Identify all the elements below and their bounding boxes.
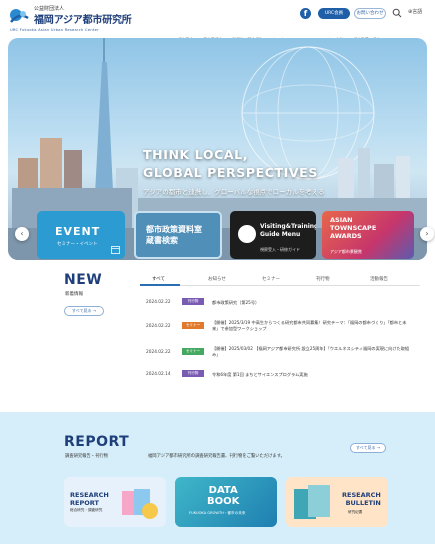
carousel-next-button[interactable]: › [420,227,434,241]
visiting-guide-card[interactable]: Visiting&Training Guide Menu 視察受入・研修ガイド [230,211,316,259]
report-heading: REPORT [64,434,130,450]
report-booklets-image [122,489,158,519]
news-badge: セミナー [182,322,204,329]
news-date: 2024.02.22 [146,300,171,305]
hero-title: THINK LOCAL, GLOBAL PERSPECTIVES [143,147,318,180]
news-more-button[interactable]: すべて見る → [64,306,104,316]
research-bulletin-title: RESEARCH BULLETIN [342,491,381,507]
news-badge: 刊行物 [182,298,204,305]
contact-button[interactable]: お問い合わせ [354,8,386,19]
news-title: 都市政策研究（第25号） [212,300,260,305]
hero-subtitle: アジアの都市と連携し、グローバルな視点でローカルを考える [143,188,325,196]
news-title: 令和6年度 第1回 まちとサイエンスプログラム実施 [212,372,308,377]
data-book-sub: FUKUOKA GROWTH・都市の未来 [189,511,246,515]
library-search-card[interactable]: 都市政策資料室 蔵書検索 [134,211,222,259]
language-selector[interactable]: ⊕言語 [408,8,422,15]
awards-card-sub: アジア都市景観賞 [330,249,362,254]
active-tab-indicator [140,284,180,286]
tab-reports[interactable]: 活動報告 [370,276,388,282]
event-card-sub: セミナー・イベント [57,242,98,247]
facebook-icon[interactable]: f [300,8,311,19]
townscape-awards-card[interactable]: ASIAN TOWNSCAPE AWARDS アジア都市景観賞 [322,211,414,259]
news-title: 【開催】2025/03/02 【福岡アジア都市研究所 設立25周年】「ウエルネス… [212,346,410,357]
awards-card-title: ASIAN TOWNSCAPE AWARDS [330,216,377,240]
member-button[interactable]: URC会員 [318,8,350,19]
data-book-card[interactable]: DATA BOOK FUKUOKA GROWTH・都市の未来 [175,477,277,527]
urc-logo-icon[interactable] [8,6,30,28]
visiting-card-title: Visiting&Training Guide Menu [260,223,316,238]
event-card-title: EVENT [55,225,101,238]
research-report-sub: 総合研究・調査研究 [70,508,103,512]
visiting-card-sub: 視察受入・研修ガイド [260,247,300,252]
news-row[interactable]: 2024.02.22 セミナー 【開催】2025/3/19 中高生からつくる研究… [146,320,416,334]
news-badge: セミナー [182,348,204,355]
calendar-icon [111,246,120,254]
news-section: NEW 新着情報 すべて見る → すべて お知らせ セミナー 刊行物 活動報告 … [42,262,435,412]
report-more-button[interactable]: すべて見る → [350,443,386,453]
tab-all[interactable]: すべて [152,276,165,282]
research-bulletin-sub: 研究紀要 [348,510,363,514]
news-heading: NEW [64,272,103,288]
report-subheading: 調査研究報告・刊行物 [65,454,108,459]
research-report-title: RESEARCH REPORT [70,491,109,507]
carousel-prev-button[interactable]: ‹ [15,227,29,241]
news-title: 【開催】2025/3/19 中高生からつくる研究都市共同募集！研究テーマ：「福岡… [212,320,407,331]
report-description: 福岡アジア都市研究所の調査研究報告書、刊行物をご覧いただけます。 [148,454,285,459]
search-icon[interactable] [392,8,402,18]
research-report-card[interactable]: RESEARCH REPORT 総合研究・調査研究 [64,477,166,527]
tab-seminar[interactable]: セミナー [262,276,280,282]
news-row[interactable]: 2024.02.14 刊行物 令和6年度 第1回 まちとサイエンスプログラム実施 [146,370,416,384]
tab-notice[interactable]: お知らせ [208,276,226,282]
data-book-title: DATA BOOK [207,485,240,507]
news-date: 2024.02.14 [146,372,171,377]
bulletin-books-image [294,485,330,519]
event-card[interactable]: EVENT セミナー・イベント [37,211,125,259]
news-badge: 刊行物 [182,370,204,377]
site-header: 公益財団法人 福岡アジア都市研究所 URC Fukuoka Asian Urba… [0,0,435,61]
main-nav: 調査研究 研究員紹介 刊行物・研究報告 セミナー・イベント アジアとの交流 都市… [178,26,433,61]
org-english-name: URC Fukuoka Asian Urban Research Center [10,28,99,32]
tab-publications[interactable]: 刊行物 [316,276,330,282]
news-subheading: 新着情報 [65,292,83,297]
news-row[interactable]: 2024.02.22 セミナー 【開催】2025/03/02 【福岡アジア都市研… [146,346,416,360]
news-date: 2024.02.22 [146,324,171,329]
library-card-title: 都市政策資料室 蔵書検索 [146,225,202,245]
visiting-logo-icon [238,225,256,243]
news-row[interactable]: 2024.02.22 刊行物 都市政策研究（第25号） [146,298,416,312]
research-bulletin-card[interactable]: RESEARCH BULLETIN 研究紀要 [286,477,388,527]
org-name[interactable]: 福岡アジア都市研究所 [34,11,132,26]
news-date: 2024.02.22 [146,350,171,355]
news-tabs: すべて お知らせ セミナー 刊行物 活動報告 [140,276,420,286]
